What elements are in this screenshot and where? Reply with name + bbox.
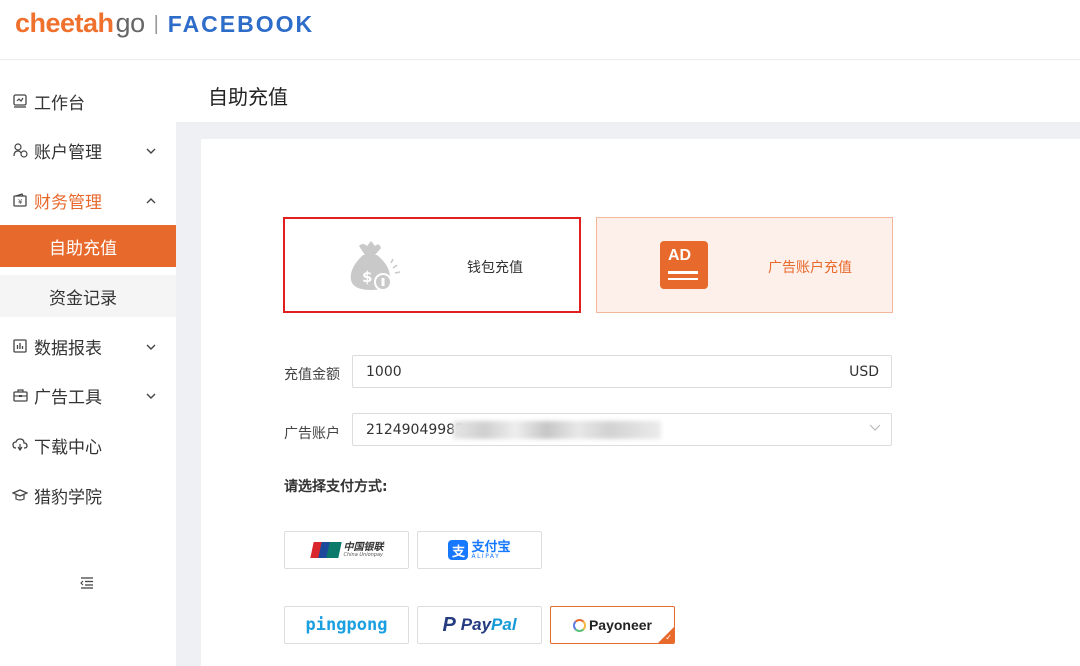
page-title: 自助充值 [208,85,288,109]
wallet-icon: ¥ [12,192,28,208]
briefcase-icon [12,387,28,403]
logo-platform: FACEBOOK [167,11,315,37]
ad-icon: AD [660,241,708,289]
sidebar-item-label: 工作台 [34,93,85,114]
chevron-down-icon [146,339,156,354]
unionpay-flag-icon [309,542,342,558]
chevron-down-icon [146,143,156,158]
amount-input[interactable]: 1000 USD [352,355,892,388]
alipay-logo: 支 支付宝 ALIPAY [448,539,511,560]
payoneer-ring-icon [572,618,586,632]
currency-suffix: USD [849,364,879,380]
pingpong-logo: pingpong [305,615,388,635]
ad-account-recharge-label: 广告账户充值 [768,260,852,276]
app-header: cheetah go | FACEBOOK [0,0,1080,60]
sidebar-item-label: 财务管理 [34,192,102,213]
brand-logo[interactable]: cheetah go | FACEBOOK [15,8,314,39]
chevron-up-icon [146,193,156,208]
logo-cheetah: cheetah [15,8,114,38]
sidebar-item-workbench[interactable]: 工作台 [0,77,176,125]
checkmark-icon: ✓ [665,633,672,642]
chevron-down-icon [869,421,881,436]
page-header: 自助充值 [176,60,1080,122]
unionpay-option[interactable]: 中国银联 China Unionpay [284,531,409,569]
sidebar-subitem-fund-records[interactable]: 资金记录 [0,275,176,317]
accounts-icon [12,142,28,158]
alipay-cn-text: 支付宝 [471,539,511,555]
ad-account-label: 广告账户 [284,426,340,442]
paypal-icon: P [442,613,456,636]
alipay-en-text: ALIPAY [471,552,501,560]
unionpay-en-text: China Unionpay [343,551,384,558]
money-bag-icon: $ [345,238,415,294]
sidebar-item-data-reports[interactable]: 数据报表 [0,322,176,370]
sidebar-item-finance-management[interactable]: ¥ 财务管理 [0,176,176,224]
svg-text:¥: ¥ [18,198,23,206]
unionpay-logo: 中国银联 China Unionpay [309,541,384,558]
alipay-icon: 支 [448,540,469,560]
logo-go: go [115,8,146,38]
ad-account-select[interactable]: 21249049985 [352,413,892,446]
pingpong-option[interactable]: pingpong [284,606,409,644]
payment-method-title: 请选择支付方式: [284,479,388,495]
wallet-recharge-label: 钱包充值 [467,260,523,276]
sidebar-item-account-management[interactable]: 账户管理 [0,126,176,174]
sidebar-item-label: 数据报表 [34,338,102,359]
logo-separator: | [153,13,159,35]
chart-icon [12,338,28,354]
paypal-logo: P Pay Pal [442,613,517,636]
cloud-download-icon [12,437,28,453]
redacted-account-text [453,421,661,439]
graduation-cap-icon [12,487,28,503]
sidebar-item-label: 账户管理 [34,142,102,163]
payoneer-logo: Payoneer [572,617,652,633]
paypal-option[interactable]: P Pay Pal [417,606,542,644]
alipay-option[interactable]: 支 支付宝 ALIPAY [417,531,542,569]
collapse-menu-icon[interactable] [80,577,94,593]
chevron-down-icon [146,388,156,403]
ad-account-value: 21249049985 [366,422,464,438]
sidebar-subitem-self-recharge[interactable]: 自助充值 [0,225,176,267]
sidebar-item-label: 猎豹学院 [34,487,102,508]
amount-label: 充值金额 [284,367,340,383]
amount-value: 1000 [366,364,402,380]
sidebar-item-label: 下载中心 [34,437,102,458]
sidebar-item-ad-tools[interactable]: 广告工具 [0,371,176,419]
svg-text:$: $ [362,268,372,286]
payoneer-option[interactable]: Payoneer ✓ [550,606,675,644]
sidebar-item-label: 广告工具 [34,387,102,408]
wallet-recharge-option[interactable]: $ 钱包充值 [283,217,581,313]
unionpay-cn-text: 中国银联 [343,541,384,553]
dashboard-icon [12,93,28,109]
sidebar-item-download-center[interactable]: 下载中心 [0,421,176,469]
ad-account-recharge-option[interactable]: AD 广告账户充值 [596,217,893,313]
sidebar-item-cheetah-academy[interactable]: 猎豹学院 [0,471,176,519]
